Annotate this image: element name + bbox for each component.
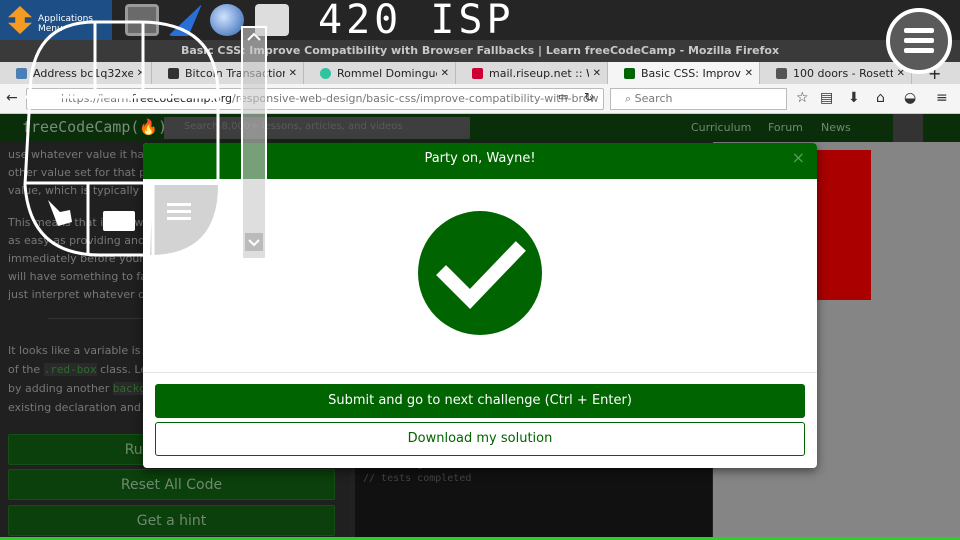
modal-divider <box>143 372 817 373</box>
browser-tab[interactable]: Rommel Domingue... ✕ <box>304 62 456 84</box>
nav-curriculum[interactable]: Curriculum <box>691 121 751 134</box>
pocket-icon[interactable]: ◒ <box>904 90 916 106</box>
home-icon[interactable]: ⌂ <box>876 90 885 106</box>
tab-favicon <box>624 67 635 79</box>
reader-view-icon[interactable]: ▭ <box>558 90 568 103</box>
close-tab-icon[interactable]: ✕ <box>593 68 601 79</box>
tab-favicon <box>776 67 787 79</box>
hamburger-menu-icon[interactable]: ≡ <box>936 90 948 106</box>
avatar[interactable] <box>893 114 923 142</box>
checkmark-icon <box>418 211 542 335</box>
tab-favicon <box>16 67 27 79</box>
floating-menu-button[interactable] <box>886 8 952 74</box>
tab-label: Address bc1q32xe7... <box>33 66 133 80</box>
close-modal-icon[interactable]: × <box>792 143 805 173</box>
shark-icon[interactable] <box>168 4 202 36</box>
red-box-preview <box>817 150 871 300</box>
tab-label: Bitcoin Transaction ... <box>185 66 285 80</box>
browser-tab[interactable]: mail.riseup.net :: W... ✕ <box>456 62 608 84</box>
submit-next-challenge-button[interactable]: Submit and go to next challenge (Ctrl + … <box>155 384 805 418</box>
tab-favicon <box>472 67 483 79</box>
clipboard-icon[interactable]: ▤ <box>820 90 833 106</box>
applications-menu-button[interactable]: Applications Menu <box>0 0 112 40</box>
browser-tab[interactable]: 100 doors - Rosetta ...✕ <box>760 62 912 84</box>
modal-header: Party on, Wayne! <box>143 143 817 179</box>
back-icon[interactable]: ← <box>6 90 18 106</box>
search-input[interactable]: ⌕ Search <box>610 88 787 110</box>
nav-forum[interactable]: Forum <box>768 121 803 134</box>
search-placeholder: Search <box>634 92 673 105</box>
navigation-toolbar: ← https://learn.freecodecamp.org/respons… <box>0 84 960 114</box>
tab-label: mail.riseup.net :: W... <box>489 66 589 80</box>
url-path: /responsive-web-design/basic-css/improve… <box>232 92 599 105</box>
reload-icon[interactable]: ↻ <box>584 90 594 104</box>
close-tab-icon[interactable]: ✕ <box>745 68 753 79</box>
url-domain: freecodecamp.org <box>131 92 233 105</box>
tab-strip: Address bc1q32xe7... ✕ Bitcoin Transactio… <box>0 62 960 84</box>
get-hint-button[interactable]: Get a hint <box>8 505 335 536</box>
nav-news[interactable]: News <box>821 121 851 134</box>
fcc-search-input[interactable]: Search 8,000+ lessons, articles, and vid… <box>164 117 470 139</box>
clock-display: 420 ISP <box>318 0 515 43</box>
tab-favicon <box>320 67 331 79</box>
window-title: Basic CSS: Improve Compatibility with Br… <box>0 40 960 62</box>
download-icon[interactable]: ⬇ <box>848 90 860 106</box>
search-icon: ⌕ <box>625 92 635 105</box>
browser-globe-icon[interactable] <box>210 4 244 36</box>
terminal-icon[interactable] <box>125 4 159 36</box>
close-tab-icon[interactable]: ✕ <box>137 68 145 79</box>
taskbar: Applications Menu 420 ISP <box>0 0 960 40</box>
bookmark-star-icon[interactable]: ☆ <box>796 90 809 106</box>
close-tab-icon[interactable]: ✕ <box>441 68 449 79</box>
browser-tab-active[interactable]: Basic CSS: Improve ... ✕ <box>608 62 760 84</box>
download-solution-button[interactable]: Download my solution <box>155 422 805 456</box>
fcc-logo[interactable]: freeCodeCamp(🔥) <box>22 118 167 136</box>
browser-tab[interactable]: Bitcoin Transaction ... ✕ <box>152 62 304 84</box>
tab-label: Rommel Domingue... <box>337 66 437 80</box>
tab-label: Basic CSS: Improve ... <box>641 66 741 80</box>
reset-code-button[interactable]: Reset All Code <box>8 469 335 500</box>
url-prefix: https://learn. <box>61 92 132 105</box>
fcc-navbar: freeCodeCamp(🔥) Search 8,000+ lessons, a… <box>0 114 960 142</box>
applications-menu-icon <box>8 6 32 34</box>
tab-favicon <box>168 67 179 79</box>
output-line: // tests completed <box>363 473 472 484</box>
search-files-icon[interactable] <box>255 4 289 36</box>
completion-modal: Party on, Wayne! × Submit and go to next… <box>143 143 817 468</box>
modal-title: Party on, Wayne! <box>424 151 536 166</box>
browser-tab[interactable]: Address bc1q32xe7... ✕ <box>0 62 152 84</box>
applications-menu-label: Applications Menu <box>38 14 93 34</box>
close-tab-icon[interactable]: ✕ <box>289 68 297 79</box>
url-bar[interactable]: https://learn.freecodecamp.org/responsiv… <box>26 88 604 110</box>
tab-label: 100 doors - Rosetta ... <box>793 66 893 80</box>
